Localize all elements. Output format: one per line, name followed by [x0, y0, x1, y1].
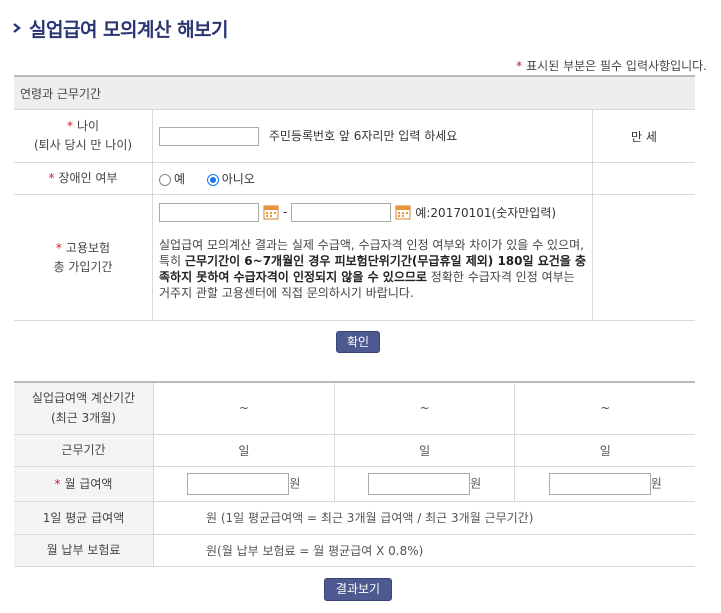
required-star-icon: *	[66, 119, 73, 133]
disability-options: 예 아니오	[152, 162, 593, 195]
required-star-icon: *	[516, 59, 523, 73]
insurance-label-sub: 총 가입기간	[53, 259, 113, 274]
wage-unit: 원	[470, 476, 482, 490]
insurance-date-row: - 예:20170101(숫자만입력)	[159, 201, 588, 223]
disability-no-radio[interactable]	[206, 173, 219, 186]
daily-row: 1일 평균 급여액 원 (1일 평균급여액 = 최근 3개월 급여액 / 최근 …	[14, 501, 695, 535]
period-3: ~	[514, 382, 695, 435]
insurance-empty	[592, 194, 695, 321]
daily-text: 원 (1일 평균급여액 = 최근 3개월 급여액 / 최근 3개월 근무기간)	[153, 501, 695, 535]
disability-yes-radio[interactable]	[159, 173, 171, 186]
age-input-cell: 주민등록번호 앞 6자리만 입력 하세요	[152, 109, 593, 163]
page-title-bar: 실업급여 모의계산 해보기	[12, 14, 229, 42]
insurance-end-input[interactable]	[291, 202, 392, 222]
disability-empty	[592, 162, 695, 195]
insurance-input-cell: - 예:20170101(숫자만입력) 실업급여 모의계산 결과는 실제 수급액…	[152, 194, 593, 321]
work-days-2: 일	[334, 434, 516, 467]
wage-cell-3: 원	[514, 466, 695, 502]
wage-label: * 월 급여액	[14, 466, 154, 502]
work-label: 근무기간	[14, 434, 154, 467]
disability-yes-label[interactable]: 예	[174, 172, 185, 186]
work-days-3: 일	[514, 434, 695, 467]
age-input[interactable]	[159, 126, 259, 146]
wage-cell-2: 원	[334, 466, 516, 502]
age-hint: 주민등록번호 앞 6자리만 입력 하세요	[268, 128, 458, 143]
required-star-icon: *	[54, 476, 61, 491]
age-label-sub: (퇴사 당시 만 나이)	[33, 138, 133, 152]
required-note: * 표시된 부분은 필수 입력사항입니다.	[516, 57, 707, 74]
insurance-start-input[interactable]	[159, 202, 259, 222]
insurance-label: * 고용보험 총 가입기간	[14, 194, 153, 321]
required-note-text: 표시된 부분은 필수 입력사항입니다.	[526, 59, 707, 73]
age-label-text: 나이	[76, 119, 100, 133]
wage-label-text: 월 급여액	[64, 476, 113, 491]
age-result: 만 세	[592, 109, 695, 163]
age-row: * 나이 (퇴사 당시 만 나이) 주민등록번호 앞 6자리만 입력 하세요 만 …	[14, 109, 695, 163]
wage-input-3[interactable]	[548, 472, 651, 495]
daily-label: 1일 평균 급여액	[14, 501, 154, 535]
insurance-label-text: 고용보험	[65, 240, 111, 255]
date-separator: -	[283, 205, 288, 219]
chevron-right-icon	[13, 23, 21, 33]
required-star-icon: *	[48, 171, 55, 185]
premium-row: 월 납부 보험료 원(월 납부 보험료 = 월 평균급여 X 0.8%)	[14, 534, 695, 567]
calc-table: 실업급여액 계산기간 (최근 3개월) ~ ~ ~ 근무기간 일 일 일 * 월 …	[14, 381, 695, 567]
premium-text: 원(월 납부 보험료 = 월 평균급여 X 0.8%)	[153, 534, 695, 567]
disability-no-label[interactable]: 아니오	[222, 172, 255, 186]
period-row: 실업급여액 계산기간 (최근 3개월) ~ ~ ~	[14, 382, 695, 435]
period-1: ~	[153, 382, 335, 435]
wage-unit: 원	[289, 476, 301, 490]
period-label-sub: (최근 3개월)	[51, 411, 116, 426]
wage-unit: 원	[650, 476, 662, 490]
age-label: * 나이 (퇴사 당시 만 나이)	[14, 109, 153, 163]
wage-cell-1: 원	[153, 466, 335, 502]
wage-input-1[interactable]	[187, 472, 290, 495]
insurance-notice: 실업급여 모의계산 결과는 실제 수급액, 수급자격 인정 여부와 차이가 있을…	[159, 233, 588, 301]
section-header-row: 연령과 근무기간	[14, 76, 695, 110]
disability-label-text: 장애인 여부	[58, 171, 118, 185]
premium-label: 월 납부 보험료	[14, 534, 154, 567]
required-star-icon: *	[55, 240, 62, 255]
period-label-text: 실업급여액 계산기간	[31, 391, 136, 406]
wage-row: * 월 급여액 원 원 원	[14, 466, 695, 502]
age-period-table: 연령과 근무기간 * 나이 (퇴사 당시 만 나이) 주민등록번호 앞 6자리만 …	[14, 75, 695, 321]
wage-input-2[interactable]	[368, 472, 471, 495]
period-2: ~	[334, 382, 516, 435]
insurance-row: * 고용보험 총 가입기간 - 예:20170101(숫자만입력) 실업급여 모의…	[14, 194, 695, 321]
disability-row: * 장애인 여부 예 아니오	[14, 162, 695, 195]
disability-label: * 장애인 여부	[14, 162, 153, 195]
confirm-button[interactable]: 확인	[336, 331, 380, 353]
section-heading: 연령과 근무기간	[14, 76, 695, 110]
calendar-icon[interactable]	[263, 204, 279, 220]
page-title: 실업급여 모의계산 해보기	[29, 18, 229, 41]
result-button[interactable]: 결과보기	[324, 578, 392, 601]
calendar-icon[interactable]	[395, 204, 411, 220]
work-days-1: 일	[153, 434, 335, 467]
work-row: 근무기간 일 일 일	[14, 434, 695, 467]
period-label: 실업급여액 계산기간 (최근 3개월)	[14, 382, 154, 435]
date-example: 예:20170101(숫자만입력)	[415, 205, 557, 220]
